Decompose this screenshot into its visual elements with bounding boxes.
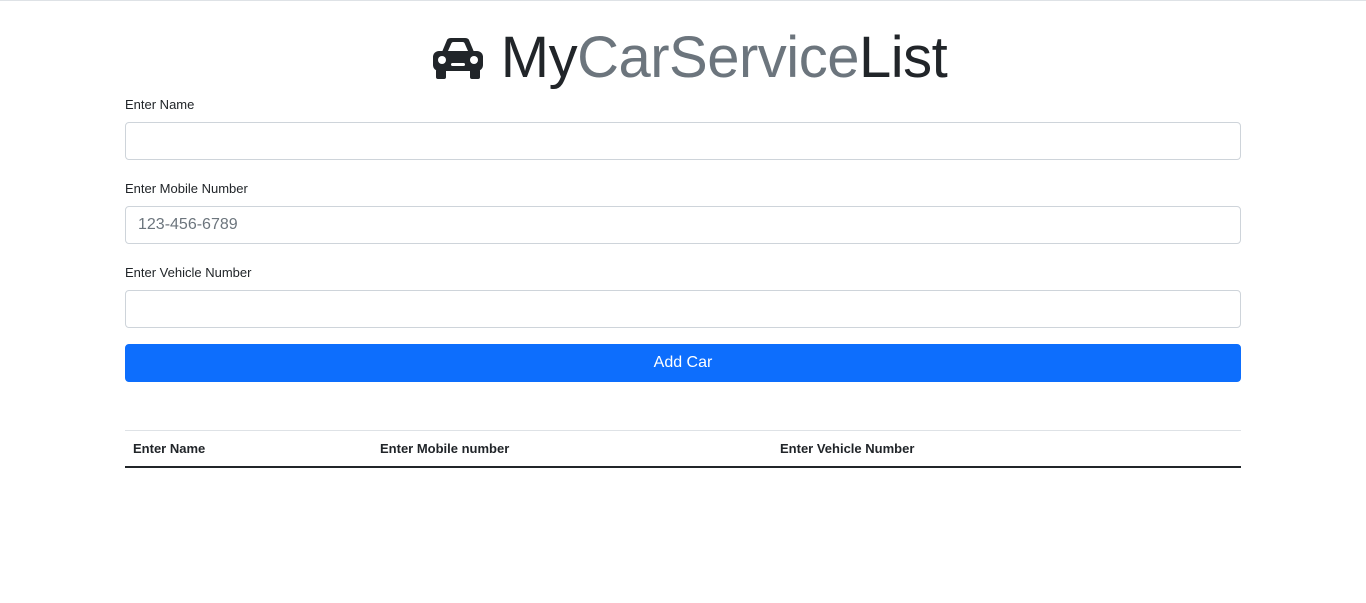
- mobile-label: Enter Mobile Number: [125, 181, 248, 196]
- page-header: MyCarServiceList: [125, 0, 1241, 95]
- vehicle-input[interactable]: [125, 290, 1241, 328]
- car-table: Enter Name Enter Mobile number Enter Veh…: [125, 430, 1241, 468]
- column-header-vehicle: Enter Vehicle Number: [780, 440, 915, 456]
- vehicle-label: Enter Vehicle Number: [125, 265, 252, 280]
- title-part-my: My: [500, 24, 578, 90]
- main-container: MyCarServiceList Enter Name Enter Mobile…: [125, 0, 1241, 467]
- column-header-mobile: Enter Mobile number: [380, 440, 510, 456]
- table-header-row: Enter Name Enter Mobile number Enter Veh…: [125, 430, 1241, 467]
- car-list-table: Enter Name Enter Mobile number Enter Veh…: [125, 430, 1241, 468]
- title-part-list: List: [858, 24, 948, 90]
- car-icon: [429, 36, 487, 80]
- name-input[interactable]: [125, 122, 1241, 160]
- title-part-car-service: CarService: [577, 24, 859, 90]
- mobile-input[interactable]: [125, 206, 1241, 244]
- table-header: Enter Name Enter Mobile number Enter Veh…: [125, 430, 1241, 467]
- name-label: Enter Name: [125, 97, 195, 112]
- page-title: MyCarServiceList: [501, 28, 948, 87]
- add-car-button[interactable]: Add Car: [125, 344, 1241, 382]
- column-header-name: Enter Name: [133, 440, 206, 456]
